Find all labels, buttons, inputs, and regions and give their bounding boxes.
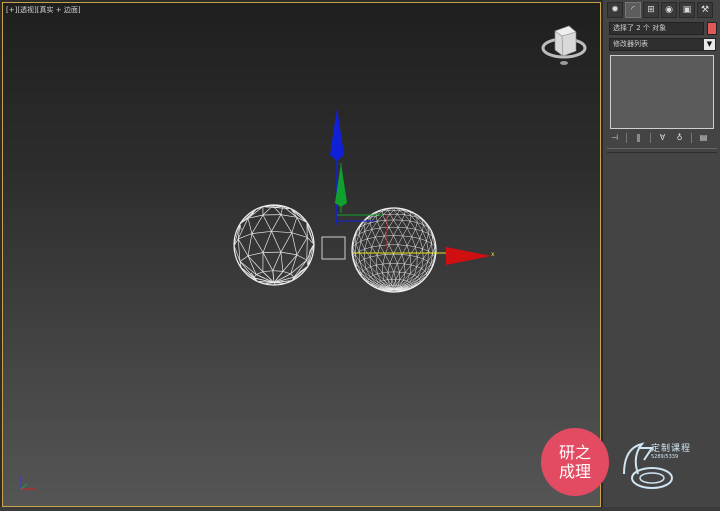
configure-icon[interactable]: ▤: [698, 132, 709, 143]
object-name-row: 选择了 2 个 对象: [609, 22, 717, 35]
watermark-logo-text: 定制课程: [651, 444, 692, 454]
gizmo-x-label: x: [491, 251, 495, 258]
create-tab[interactable]: ✹: [607, 2, 623, 18]
display-icon: ▣: [682, 5, 692, 15]
modifier-list-label: 修改器列表: [613, 40, 648, 48]
watermark-badge: 研之 成理: [541, 428, 609, 496]
scene-canvas[interactable]: x: [3, 3, 601, 507]
modify-tab[interactable]: ◜: [625, 2, 641, 18]
panel-divider: [607, 152, 717, 153]
toolbar-separator: [626, 132, 627, 143]
viewcube[interactable]: [541, 23, 587, 65]
gizmo-z-arrow: [330, 108, 344, 161]
watermark-logo-subtext: 5289/5339: [651, 454, 679, 460]
motion-tab[interactable]: ◉: [661, 2, 677, 18]
status-bar: [0, 507, 720, 511]
pin-icon[interactable]: ⊣: [609, 132, 620, 143]
world-axis-tripod: [20, 475, 35, 490]
perspective-viewport[interactable]: [+][透视][真实 + 边面] x: [2, 2, 601, 507]
panel-divider: [607, 148, 717, 149]
hammer-icon: ⚒: [700, 5, 710, 15]
hierarchy-icon: ⊞: [647, 5, 655, 15]
watermark-badge-line2: 成理: [558, 462, 591, 481]
command-panel: ✹ ◜ ⊞ ◉ ▣ ⚒ 选择了 2 个 对象 修改器列表 ▼ ⊣ ‖ ∀ ♁ ▤: [602, 0, 720, 507]
move-gizmo[interactable]: x: [330, 108, 495, 265]
show-end-icon[interactable]: ‖: [633, 132, 644, 143]
remove-modifier-icon[interactable]: ♁: [674, 132, 685, 143]
object-name-field[interactable]: 选择了 2 个 对象: [609, 22, 704, 35]
toolbar-separator: [650, 132, 651, 143]
command-panel-tabs: ✹ ◜ ⊞ ◉ ▣ ⚒: [607, 2, 713, 18]
make-unique-icon[interactable]: ∀: [657, 132, 668, 143]
modifier-list-dropdown[interactable]: 修改器列表 ▼: [609, 38, 716, 51]
toolbar-separator: [691, 132, 692, 143]
left-sphere[interactable]: [233, 204, 315, 286]
watermark-badge-line1: 研之: [558, 443, 591, 462]
chevron-down-icon[interactable]: ▼: [704, 39, 715, 50]
gizmo-x-arrow: [446, 247, 491, 265]
hierarchy-tab[interactable]: ⊞: [643, 2, 659, 18]
object-color-swatch[interactable]: [707, 22, 717, 35]
selection-center-box: [321, 236, 346, 260]
sun-icon: ✹: [611, 5, 619, 15]
utilities-tab[interactable]: ⚒: [697, 2, 713, 18]
display-tab[interactable]: ▣: [679, 2, 695, 18]
motion-icon: ◉: [665, 5, 673, 15]
curve-icon: ◜: [631, 5, 635, 15]
modifier-stack[interactable]: [610, 55, 714, 129]
modifier-stack-toolbar: ⊣ ‖ ∀ ♁ ▤: [609, 132, 709, 143]
